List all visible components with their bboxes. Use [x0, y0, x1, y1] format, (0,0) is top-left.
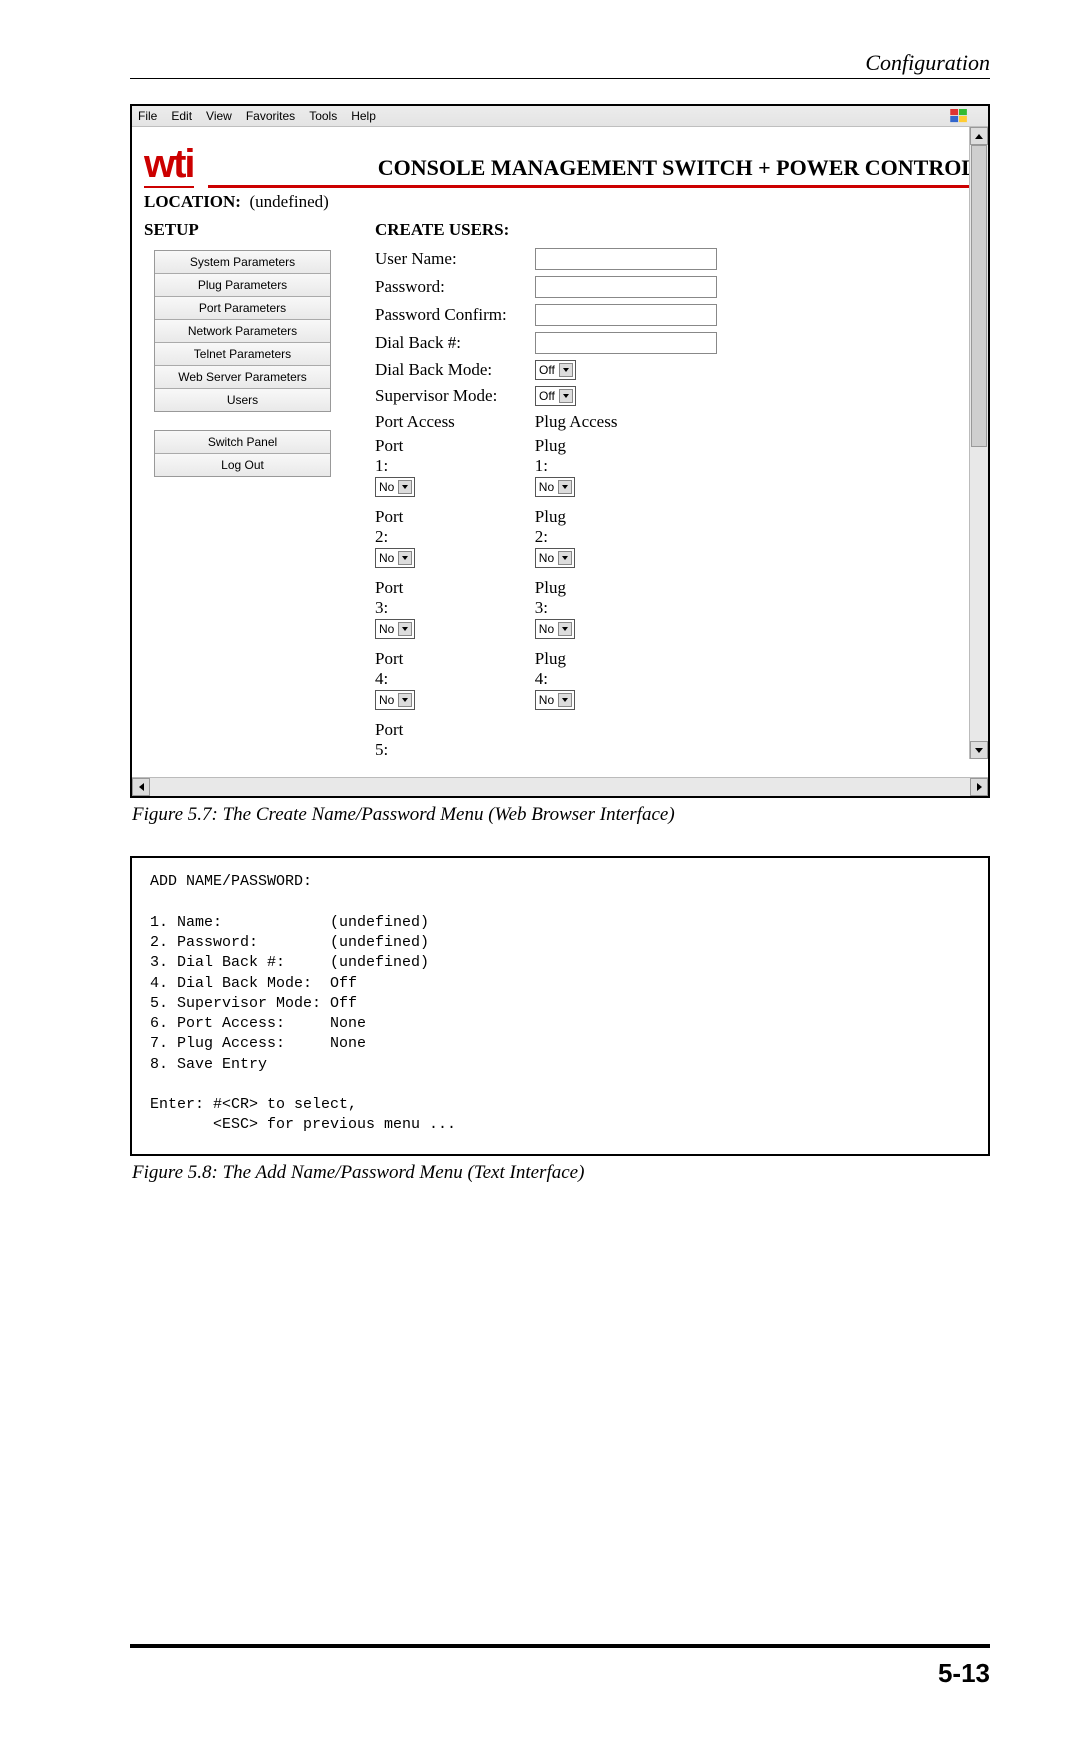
- windows-flag-icon: [950, 109, 968, 123]
- port-label: Port: [375, 720, 455, 740]
- plug-num: 2:: [535, 527, 618, 547]
- plug-label: Plug: [535, 436, 618, 456]
- menu-file[interactable]: File: [138, 109, 157, 123]
- label-supervisor-mode: Supervisor Mode:: [375, 386, 535, 406]
- form-heading: CREATE USERS:: [375, 220, 976, 240]
- sidebar-item-switch-panel[interactable]: Switch Panel: [155, 431, 330, 454]
- chevron-down-icon: [398, 693, 412, 707]
- input-password-confirm[interactable]: [535, 304, 717, 326]
- plug-label: Plug: [535, 578, 618, 598]
- plug-num: 3:: [535, 598, 618, 618]
- chevron-down-icon: [559, 363, 573, 377]
- chevron-down-icon: [398, 551, 412, 565]
- label-password: Password:: [375, 277, 535, 297]
- location-label: LOCATION:: [144, 192, 241, 211]
- scroll-thumb[interactable]: [971, 145, 987, 447]
- plug-label: Plug: [535, 507, 618, 527]
- select-supervisor-mode[interactable]: Off: [535, 386, 576, 406]
- port-num: 4:: [375, 669, 455, 689]
- menu-tools[interactable]: Tools: [309, 109, 337, 123]
- plug-num: 4:: [535, 669, 618, 689]
- sidebar-item-telnet-parameters[interactable]: Telnet Parameters: [155, 343, 330, 366]
- menu-edit[interactable]: Edit: [171, 109, 192, 123]
- page-number: 5-13: [130, 1644, 990, 1689]
- select-port-2[interactable]: No: [375, 548, 415, 568]
- select-plug-4[interactable]: No: [535, 690, 575, 710]
- sidebar-item-port-parameters[interactable]: Port Parameters: [155, 297, 330, 320]
- menu-favorites[interactable]: Favorites: [246, 109, 295, 123]
- port-num: 1:: [375, 456, 455, 476]
- vertical-scrollbar[interactable]: [969, 127, 988, 759]
- scroll-right-icon[interactable]: [970, 778, 988, 796]
- chevron-down-icon: [558, 693, 572, 707]
- select-dialback-mode[interactable]: Off: [535, 360, 576, 380]
- select-port-4[interactable]: No: [375, 690, 415, 710]
- chevron-down-icon: [558, 480, 572, 494]
- browser-menubar: File Edit View Favorites Tools Help: [132, 106, 988, 127]
- location-value: (undefined): [249, 192, 328, 211]
- sidebar-item-web-server-parameters[interactable]: Web Server Parameters: [155, 366, 330, 389]
- figure-caption-5-7: Figure 5.7: The Create Name/Password Men…: [132, 804, 990, 826]
- label-password-confirm: Password Confirm:: [375, 305, 535, 325]
- select-plug-2[interactable]: No: [535, 548, 575, 568]
- scroll-left-icon[interactable]: [132, 778, 150, 796]
- label-dialback: Dial Back #:: [375, 333, 535, 353]
- select-port-3[interactable]: No: [375, 619, 415, 639]
- port-num: 5:: [375, 740, 455, 760]
- plug-label: Plug: [535, 649, 618, 669]
- section-header: Configuration: [130, 50, 990, 79]
- sidebar-nav-2: Switch Panel Log Out: [154, 430, 331, 477]
- scroll-up-icon[interactable]: [970, 127, 988, 145]
- chevron-down-icon: [398, 622, 412, 636]
- page-title: CONSOLE MANAGEMENT SWITCH + POWER CONTRO…: [208, 137, 976, 188]
- chevron-down-icon: [559, 389, 573, 403]
- sidebar-item-network-parameters[interactable]: Network Parameters: [155, 320, 330, 343]
- sidebar-item-users[interactable]: Users: [155, 389, 330, 411]
- menu-view[interactable]: View: [206, 109, 232, 123]
- figure-caption-5-8: Figure 5.8: The Add Name/Password Menu (…: [132, 1162, 990, 1184]
- port-label: Port: [375, 507, 455, 527]
- sidebar-item-system-parameters[interactable]: System Parameters: [155, 251, 330, 274]
- label-dialback-mode: Dial Back Mode:: [375, 360, 535, 380]
- menu-help[interactable]: Help: [351, 109, 376, 123]
- terminal-screenshot: ADD NAME/PASSWORD: 1. Name: (undefined) …: [130, 856, 990, 1155]
- port-label: Port: [375, 436, 455, 456]
- port-num: 3:: [375, 598, 455, 618]
- browser-screenshot: File Edit View Favorites Tools Help wti …: [130, 104, 990, 798]
- port-num: 2:: [375, 527, 455, 547]
- sidebar-item-plug-parameters[interactable]: Plug Parameters: [155, 274, 330, 297]
- horizontal-scrollbar[interactable]: [132, 777, 988, 796]
- plug-access-heading: Plug Access: [535, 412, 618, 432]
- input-password[interactable]: [535, 276, 717, 298]
- port-access-heading: Port Access: [375, 412, 455, 432]
- plug-num: 1:: [535, 456, 618, 476]
- brand-logo: wti: [144, 144, 194, 188]
- select-plug-3[interactable]: No: [535, 619, 575, 639]
- sidebar-nav: System Parameters Plug Parameters Port P…: [154, 250, 331, 412]
- chevron-down-icon: [398, 480, 412, 494]
- input-username[interactable]: [535, 248, 717, 270]
- port-label: Port: [375, 578, 455, 598]
- chevron-down-icon: [558, 622, 572, 636]
- label-username: User Name:: [375, 249, 535, 269]
- select-plug-1[interactable]: No: [535, 477, 575, 497]
- input-dialback[interactable]: [535, 332, 717, 354]
- sidebar-item-log-out[interactable]: Log Out: [155, 454, 330, 476]
- sidebar-heading: SETUP: [144, 220, 349, 240]
- port-label: Port: [375, 649, 455, 669]
- select-port-1[interactable]: No: [375, 477, 415, 497]
- chevron-down-icon: [558, 551, 572, 565]
- scroll-down-icon[interactable]: [970, 741, 988, 759]
